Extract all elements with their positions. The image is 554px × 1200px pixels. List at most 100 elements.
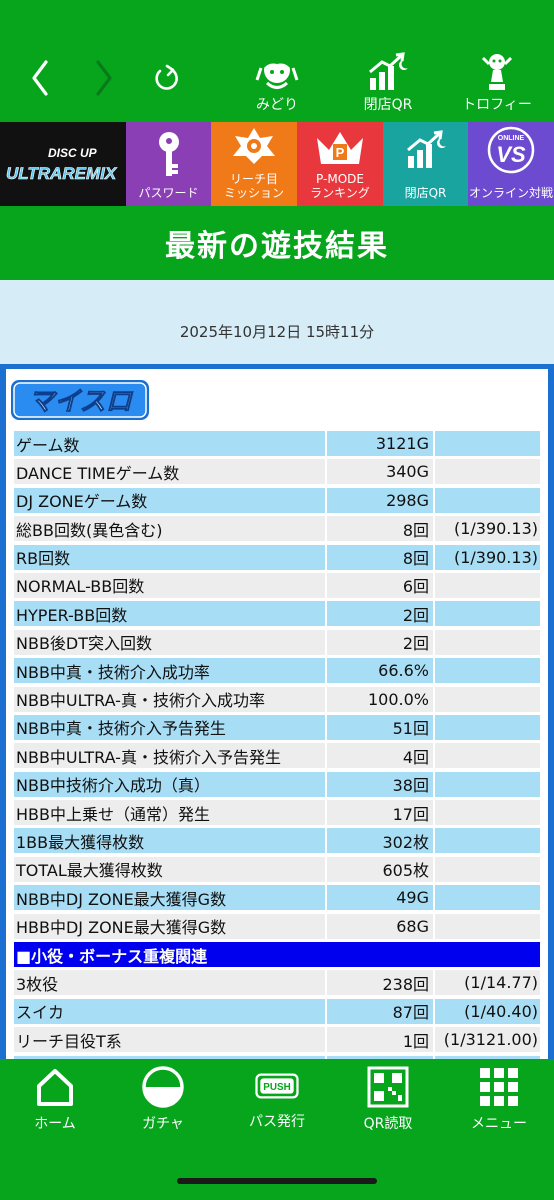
row-value: 66.6% <box>327 658 433 684</box>
myslo-logo: マイスロ <box>11 380 149 420</box>
bottom-nav-gacha[interactable]: ガチャ <box>118 1066 208 1132</box>
bottom-nav-qr-label: QR読取 <box>363 1116 413 1132</box>
row-rate: (1/390.13) <box>435 516 540 542</box>
table-row: DJ ZONEゲーム数 298G <box>14 486 540 514</box>
row-label: NBB中ULTRA-真・技術介入成功率 <box>14 686 325 712</box>
table-row: NORMAL-BB回数 6回 <box>14 571 540 599</box>
reload-icon <box>155 64 178 90</box>
table-row: HYPER-BB回数 2回 <box>14 599 540 627</box>
banner-pmode-ranking[interactable]: P P-MODE ランキング <box>297 122 383 206</box>
row-value: 3121G <box>327 431 433 456</box>
banner-reach-label: リーチ目 ミッション <box>223 172 284 200</box>
section-header-label: ■小役・ボーナス重複関連 <box>14 942 540 968</box>
section-header: ■小役・ボーナス重複関連 <box>14 940 540 968</box>
row-value: 51回 <box>327 714 433 740</box>
bottom-nav-home-label: ホーム <box>34 1116 76 1132</box>
row-value: 38回 <box>327 771 433 797</box>
bottom-nav-qr[interactable]: QR読取 <box>343 1066 433 1132</box>
row-rate <box>435 913 540 939</box>
page-title: 最新の遊技結果 <box>165 229 389 264</box>
disc-up-logo: DISC UP ULTRAREMIX <box>6 146 118 183</box>
row-rate: (1/14.77) <box>435 970 540 996</box>
push-icon: PUSH <box>255 1067 299 1105</box>
table-row: 1BB最大獲得枚数 302枚 <box>14 826 540 854</box>
banner-online-battle[interactable]: ONLINE VS オンライン対戦 <box>468 122 554 206</box>
nav-midori[interactable]: みどり <box>232 50 322 116</box>
row-value: 298G <box>327 487 433 513</box>
row-rate: (1/3121.00) <box>435 1027 540 1053</box>
reload-button[interactable] <box>150 58 184 98</box>
row-value: 87回 <box>327 998 433 1024</box>
banner-vs-label: オンライン対戦 <box>468 186 553 200</box>
page-title-bar: 最新の遊技結果 <box>0 206 554 280</box>
ultraremix-text: ULTRAREMIX <box>6 164 118 183</box>
row-rate <box>435 629 540 655</box>
row-value: 2回 <box>327 601 433 627</box>
row-label: TOTAL最大獲得枚数 <box>14 856 325 882</box>
row-rate <box>435 828 540 854</box>
play-date: 2025年10月12日 15時11分 <box>179 323 375 341</box>
row-label: リーチ目役T系 <box>14 1027 325 1053</box>
table-row: リーチ目役T系 1回 (1/3121.00) <box>14 1025 540 1053</box>
row-rate <box>435 459 540 485</box>
row-value: 6回 <box>327 572 433 598</box>
results-panel: マイスロ ゲーム数 3121G DANCE TIMEゲーム数 340G DJ ZON… <box>0 364 554 1069</box>
row-value: 605枚 <box>327 856 433 882</box>
push-icon-text: PUSH <box>263 1082 290 1093</box>
table-row: NBB中真・技術介入予告発生 51回 <box>14 713 540 741</box>
row-label: 総BB回数(異色含む) <box>14 516 325 542</box>
row-value: 100.0% <box>327 686 433 712</box>
qr-scan-icon <box>366 1066 410 1108</box>
banner-row: DISC UP ULTRAREMIX パスワード リーチ目 ミッション P P-… <box>0 122 554 206</box>
vs-badge-icon: ONLINEVS <box>487 126 535 174</box>
row-label: RB回数 <box>14 544 325 570</box>
nav-trophy[interactable]: トロフィー <box>452 50 542 116</box>
table-row: HBB中上乗せ（通常）発生 17回 <box>14 798 540 826</box>
table-row: NBB中ULTRA-真・技術介入予告発生 4回 <box>14 741 540 769</box>
table-row: NBB中真・技術介入成功率 66.6% <box>14 656 540 684</box>
bottom-nav-menu[interactable]: メニュー <box>454 1067 544 1132</box>
table-row: HBB中DJ ZONE最大獲得G数 68G <box>14 912 540 940</box>
banner-pmode-bottom: ランキング <box>310 186 370 200</box>
table-row: NBB後DT突入回数 2回 <box>14 628 540 656</box>
home-icon <box>33 1067 77 1107</box>
row-value: 49G <box>327 885 433 911</box>
forward-button[interactable] <box>88 58 118 98</box>
row-value: 17回 <box>327 800 433 826</box>
banner-password-label: パスワード <box>138 186 199 200</box>
crown-icon: P <box>317 132 363 164</box>
vs-online-text: ONLINE <box>498 135 525 142</box>
row-rate <box>435 572 540 598</box>
back-button[interactable] <box>26 58 56 98</box>
row-rate: (1/390.13) <box>435 544 540 570</box>
row-label: DANCE TIMEゲーム数 <box>14 459 325 485</box>
menu-grid-icon <box>477 1067 521 1107</box>
row-value: 8回 <box>327 544 433 570</box>
banner-reach-mission[interactable]: リーチ目 ミッション <box>211 122 297 206</box>
row-label: DJ ZONEゲーム数 <box>14 487 325 513</box>
row-value: 4回 <box>327 743 433 769</box>
banner-disc-up[interactable]: DISC UP ULTRAREMIX <box>0 122 126 206</box>
row-label: スイカ <box>14 998 325 1024</box>
row-label: NORMAL-BB回数 <box>14 572 325 598</box>
table-row: RB回数 8回 (1/390.13) <box>14 543 540 571</box>
bottom-nav-home[interactable]: ホーム <box>10 1067 100 1132</box>
row-label: 3枚役 <box>14 970 325 996</box>
row-value: 68G <box>327 913 433 939</box>
bottom-nav-pass[interactable]: PUSH パス発行 <box>232 1067 322 1131</box>
chevron-left-icon <box>32 60 48 96</box>
row-label: NBB中DJ ZONE最大獲得G数 <box>14 885 325 911</box>
banner-password[interactable]: パスワード <box>126 122 211 206</box>
svg-text:VS: VS <box>496 142 526 167</box>
bottom-nav-gacha-label: ガチャ <box>142 1116 184 1132</box>
home-indicator[interactable] <box>177 1178 377 1184</box>
table-row: 総BB回数(異色含む) 8回 (1/390.13) <box>14 514 540 542</box>
row-rate <box>435 686 540 712</box>
results-panel-inner: マイスロ ゲーム数 3121G DANCE TIMEゲーム数 340G DJ ZON… <box>6 369 548 1069</box>
banner-qr-label: 閉店QR <box>404 186 447 200</box>
nav-closing-qr[interactable]: 閉店QR <box>343 50 433 116</box>
row-rate <box>435 714 540 740</box>
banner-closing-qr[interactable]: 閉店QR <box>383 122 468 206</box>
row-value: 8回 <box>327 516 433 542</box>
row-label: NBB中ULTRA-真・技術介入予告発生 <box>14 743 325 769</box>
